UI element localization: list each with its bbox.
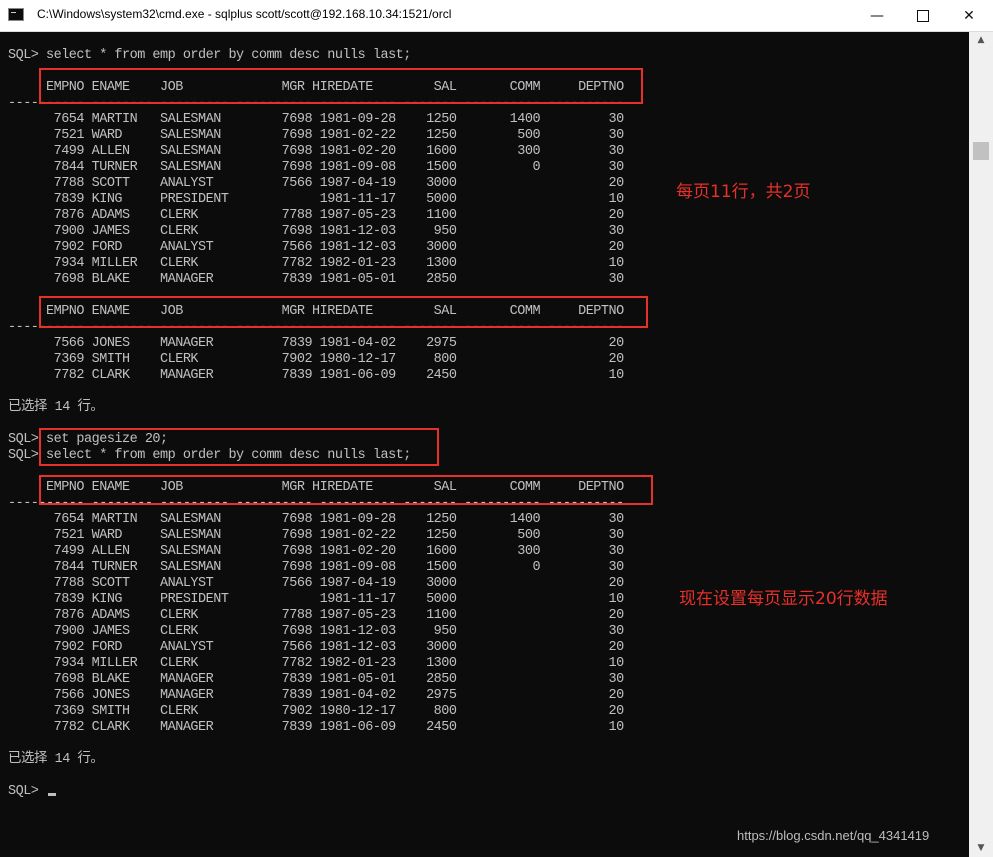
header-highlight-box-2: [39, 296, 648, 328]
console-line: 7839 KING PRESIDENT 1981-11-17 5000 10: [8, 592, 625, 607]
console-line: 7654 MARTIN SALESMAN 7698 1981-09-28 125…: [8, 112, 625, 127]
console-line: 7934 MILLER CLERK 7782 1982-01-23 1300 1…: [8, 656, 625, 671]
window-titlebar[interactable]: C:\Windows\system32\cmd.exe - sqlplus sc…: [0, 0, 993, 32]
header-highlight-box-3: [39, 475, 653, 505]
console-line: 7782 CLARK MANAGER 7839 1981-06-09 2450 …: [8, 720, 625, 735]
console-line: 7844 TURNER SALESMAN 7698 1981-09-08 150…: [8, 160, 625, 175]
annotation-note-pagesize: 现在设置每页显示20行数据: [679, 589, 888, 609]
minimize-icon: —: [870, 7, 884, 24]
console-line: 7782 CLARK MANAGER 7839 1981-06-09 2450 …: [8, 368, 625, 383]
console-line: 7876 ADAMS CLERK 7788 1987-05-23 1100 20: [8, 608, 625, 623]
scroll-down-arrow-icon[interactable]: ▼: [969, 840, 993, 857]
console-line: 已选择 14 行。: [8, 400, 104, 415]
console-line: 7934 MILLER CLERK 7782 1982-01-23 1300 1…: [8, 256, 625, 271]
header-highlight-box-1: [39, 68, 643, 104]
console-output[interactable]: SQL> select * from emp order by comm des…: [0, 32, 969, 857]
console-line: 7698 BLAKE MANAGER 7839 1981-05-01 2850 …: [8, 272, 625, 287]
window-title: C:\Windows\system32\cmd.exe - sqlplus sc…: [37, 7, 452, 21]
close-icon: ✕: [963, 7, 975, 24]
console-lines: SQL> select * from emp order by comm des…: [8, 48, 624, 800]
console-line: SQL>: [8, 784, 624, 800]
console-line: 7521 WARD SALESMAN 7698 1981-02-22 1250 …: [8, 128, 625, 143]
console-line: 7876 ADAMS CLERK 7788 1987-05-23 1100 20: [8, 208, 625, 223]
close-button[interactable]: ✕: [946, 0, 992, 31]
console-line: 7698 BLAKE MANAGER 7839 1981-05-01 2850 …: [8, 672, 625, 687]
cmd-app-icon: [8, 8, 24, 21]
console-line: 7369 SMITH CLERK 7902 1980-12-17 800 20: [8, 352, 625, 367]
annotation-note-pages: 每页11行，共2页: [676, 182, 811, 202]
maximize-icon: [917, 9, 929, 22]
console-line: 7900 JAMES CLERK 7698 1981-12-03 950 30: [8, 224, 625, 239]
console-line: 7566 JONES MANAGER 7839 1981-04-02 2975 …: [8, 336, 625, 351]
text-cursor: [48, 793, 57, 796]
command-highlight-box: [39, 428, 439, 466]
minimize-button[interactable]: —: [854, 0, 900, 31]
console-line: 已选择 14 行。: [8, 752, 104, 767]
console-line: 7499 ALLEN SALESMAN 7698 1981-02-20 1600…: [8, 544, 625, 559]
console-line: 7902 FORD ANALYST 7566 1981-12-03 3000 2…: [8, 240, 625, 255]
console-line: 7902 FORD ANALYST 7566 1981-12-03 3000 2…: [8, 640, 625, 655]
vertical-scrollbar[interactable]: ▲ ▼: [969, 32, 993, 857]
watermark-text: https://blog.csdn.net/qq_4341419: [737, 828, 930, 843]
console-line: 7900 JAMES CLERK 7698 1981-12-03 950 30: [8, 624, 625, 639]
console-line: 7839 KING PRESIDENT 1981-11-17 5000 10: [8, 192, 625, 207]
scrollbar-thumb[interactable]: [973, 142, 989, 160]
console-line: 7788 SCOTT ANALYST 7566 1987-04-19 3000 …: [8, 576, 625, 591]
console-line: 7369 SMITH CLERK 7902 1980-12-17 800 20: [8, 704, 625, 719]
console-line: 7566 JONES MANAGER 7839 1981-04-02 2975 …: [8, 688, 625, 703]
scroll-up-arrow-icon[interactable]: ▲: [969, 32, 993, 49]
console-line: 7844 TURNER SALESMAN 7698 1981-09-08 150…: [8, 560, 625, 575]
console-line: SQL> select * from emp order by comm des…: [8, 48, 411, 63]
maximize-button[interactable]: [900, 0, 946, 31]
console-line: 7654 MARTIN SALESMAN 7698 1981-09-28 125…: [8, 512, 625, 527]
console-line: 7521 WARD SALESMAN 7698 1981-02-22 1250 …: [8, 528, 625, 543]
console-line: 7788 SCOTT ANALYST 7566 1987-04-19 3000 …: [8, 176, 625, 191]
console-line: 7499 ALLEN SALESMAN 7698 1981-02-20 1600…: [8, 144, 625, 159]
